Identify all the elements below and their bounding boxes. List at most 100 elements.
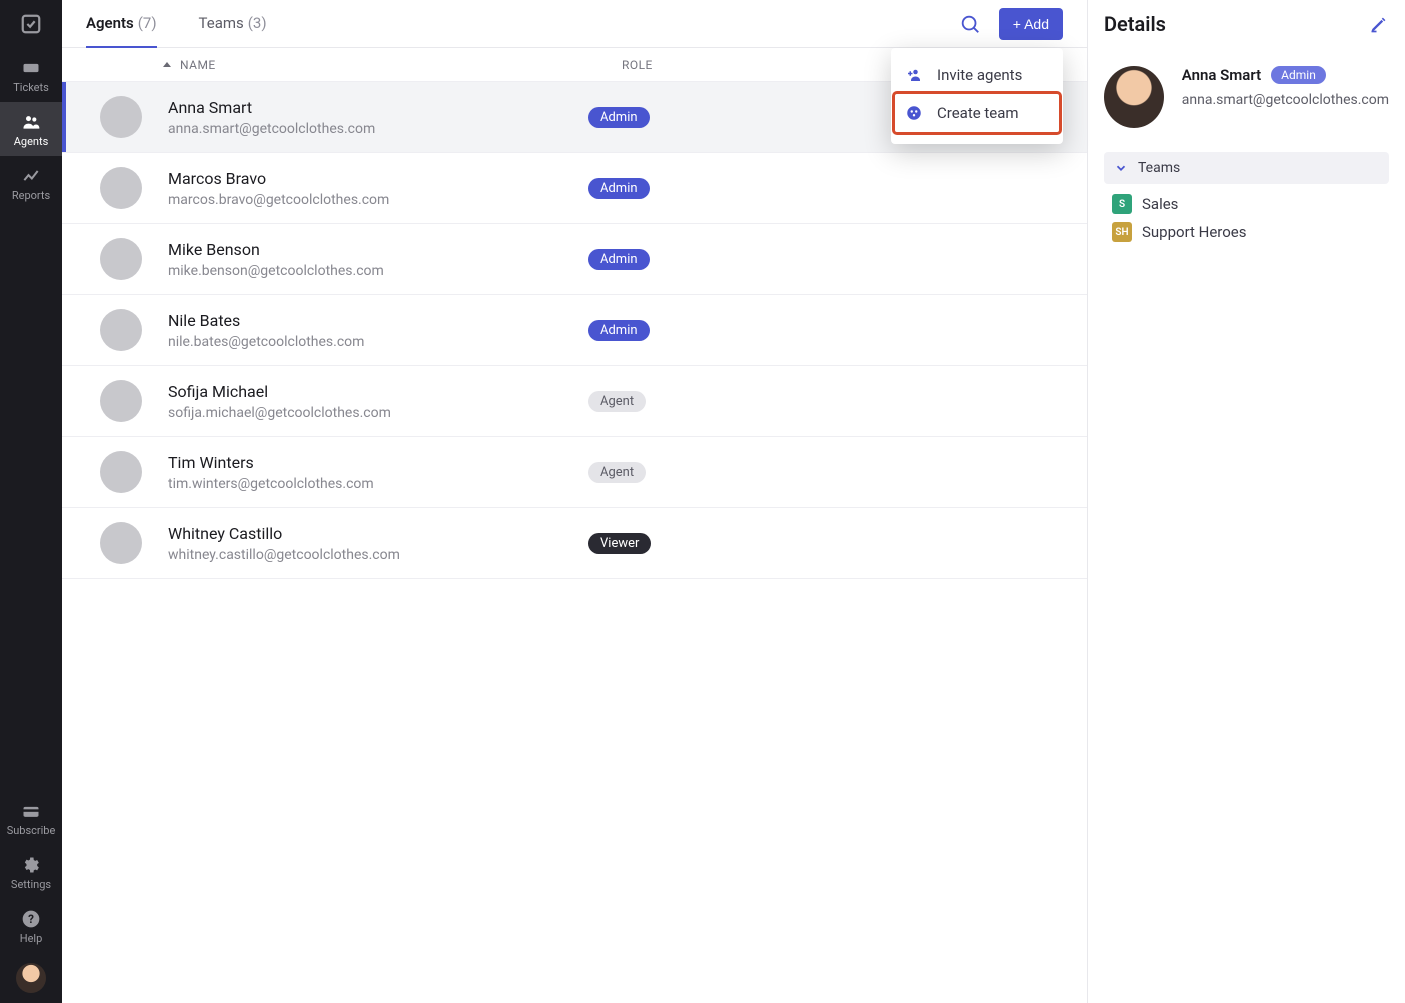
- invite-agents-icon: [905, 66, 923, 84]
- agent-email: anna.smart@getcoolclothes.com: [168, 121, 588, 137]
- tab-teams-label: Teams: [199, 14, 244, 32]
- sort-asc-icon: [162, 60, 172, 70]
- agent-name: Nile Bates: [168, 311, 588, 330]
- add-button[interactable]: + Add: [999, 8, 1063, 40]
- agent-name: Marcos Bravo: [168, 169, 588, 188]
- team-chip: S: [1112, 194, 1132, 214]
- teams-list: S Sales SH Support Heroes: [1104, 184, 1389, 242]
- left-nav-rail: Tickets Agents Reports Subscribe Setting…: [0, 0, 62, 1003]
- agent-info: Mike Benson mike.benson@getcoolclothes.co…: [168, 240, 588, 279]
- nav-label-reports: Reports: [12, 189, 50, 202]
- role-badge: Viewer: [588, 533, 651, 554]
- agent-role-cell: Admin: [588, 248, 1063, 270]
- team-item[interactable]: S Sales: [1112, 194, 1389, 214]
- agent-avatar: [100, 451, 142, 493]
- agent-name: Mike Benson: [168, 240, 588, 259]
- add-button-label: + Add: [1013, 16, 1049, 32]
- agent-row[interactable]: Sofija Michaelsofija.michael@getcoolclot…: [62, 366, 1087, 437]
- agent-role-cell: Admin: [588, 319, 1063, 341]
- agent-avatar: [100, 309, 142, 351]
- details-person-name: Anna Smart: [1182, 66, 1261, 84]
- teams-section-label: Teams: [1138, 160, 1180, 176]
- nav-label-help: Help: [20, 932, 43, 945]
- tab-teams-count: (3): [248, 14, 267, 32]
- agent-info: Whitney Castillo whitney.castillo@getcool…: [168, 524, 588, 563]
- agent-email: nile.bates@getcoolclothes.com: [168, 334, 588, 350]
- tab-agents-label: Agents: [86, 14, 134, 32]
- agent-avatar: [100, 167, 142, 209]
- details-avatar: [1104, 66, 1164, 128]
- agent-row[interactable]: Nile Bates nile.bates@getcoolclothes.comA…: [62, 295, 1087, 366]
- role-badge: Admin: [588, 107, 650, 128]
- role-badge: Admin: [588, 249, 650, 270]
- agents-list: Anna Smartanna.smart@getcoolclothes.comA…: [62, 82, 1087, 1003]
- nav-label-agents: Agents: [14, 135, 49, 148]
- details-person: Anna Smart Admin anna.smart@getcoolcloth…: [1104, 66, 1389, 128]
- tab-teams[interactable]: Teams (3): [199, 0, 267, 48]
- agent-avatar: [100, 380, 142, 422]
- agent-email: marcos.bravo@getcoolclothes.com: [168, 192, 588, 208]
- role-badge: Admin: [588, 178, 650, 199]
- agent-row[interactable]: Mike Benson mike.benson@getcoolclothes.co…: [62, 224, 1087, 295]
- agent-info: Marcos Bravo marcos.bravo@getcoolclothes.…: [168, 169, 588, 208]
- agent-info: Anna Smart anna.smart@getcoolclothes.com: [168, 98, 588, 137]
- details-panel: Details Anna Smart Admin anna.smart@getc…: [1087, 0, 1405, 1003]
- agent-role-cell: Agent: [588, 390, 1063, 412]
- agent-role-cell: Viewer: [588, 532, 1063, 554]
- nav-label-tickets: Tickets: [13, 81, 49, 94]
- agent-role-cell: Agent: [588, 461, 1063, 483]
- teams-section-header[interactable]: Teams: [1104, 152, 1389, 184]
- agent-avatar: [100, 96, 142, 138]
- dropdown-invite-agents[interactable]: Invite agents: [891, 58, 1063, 92]
- details-role-badge: Admin: [1271, 66, 1326, 84]
- agent-name: Anna Smart: [168, 98, 588, 117]
- column-header-name[interactable]: NAME: [162, 58, 622, 72]
- nav-item-subscribe[interactable]: Subscribe: [0, 791, 62, 845]
- agent-email: sofija.michael@getcoolclothes.com: [168, 405, 588, 421]
- nav-item-reports[interactable]: Reports: [0, 156, 62, 210]
- role-badge: Agent: [588, 462, 646, 483]
- nav-item-tickets[interactable]: Tickets: [0, 48, 62, 102]
- dropdown-create-team-label: Create team: [937, 104, 1019, 122]
- role-badge: Agent: [588, 391, 646, 412]
- column-header-role-label: ROLE: [622, 58, 653, 72]
- nav-item-help[interactable]: ? Help: [0, 899, 62, 953]
- agent-info: Tim Winterstim.winters@getcoolclothes.co…: [168, 453, 588, 492]
- dropdown-create-team[interactable]: Create team: [895, 94, 1059, 132]
- tab-agents-count: (7): [138, 14, 157, 32]
- current-user-avatar[interactable]: [16, 963, 46, 993]
- edit-icon[interactable]: [1369, 14, 1389, 34]
- agent-info: Nile Bates nile.bates@getcoolclothes.com: [168, 311, 588, 350]
- chevron-down-icon: [1114, 161, 1128, 175]
- agent-row[interactable]: Marcos Bravo marcos.bravo@getcoolclothes.…: [62, 153, 1087, 224]
- agent-row[interactable]: Whitney Castillo whitney.castillo@getcool…: [62, 508, 1087, 579]
- details-header: Details: [1088, 0, 1405, 48]
- agent-avatar: [100, 522, 142, 564]
- team-label: Support Heroes: [1142, 223, 1247, 241]
- agent-email: mike.benson@getcoolclothes.com: [168, 263, 588, 279]
- nav-label-settings: Settings: [11, 878, 51, 891]
- agent-info: Sofija Michaelsofija.michael@getcoolclot…: [168, 382, 588, 421]
- column-header-name-label: NAME: [180, 58, 216, 72]
- agent-name: Whitney Castillo: [168, 524, 588, 543]
- tab-agents[interactable]: Agents (7): [86, 0, 157, 48]
- agent-email: whitney.castillo@getcoolclothes.com: [168, 547, 588, 563]
- agent-avatar: [100, 238, 142, 280]
- agent-email: tim.winters@getcoolclothes.com: [168, 476, 588, 492]
- details-title: Details: [1104, 12, 1166, 36]
- team-item[interactable]: SH Support Heroes: [1112, 222, 1389, 242]
- dropdown-invite-label: Invite agents: [937, 66, 1022, 84]
- nav-item-settings[interactable]: Settings: [0, 845, 62, 899]
- details-person-email: anna.smart@getcoolclothes.com: [1182, 92, 1389, 108]
- team-chip: SH: [1112, 222, 1132, 242]
- nav-label-subscribe: Subscribe: [7, 824, 56, 837]
- search-icon[interactable]: [959, 13, 981, 35]
- create-team-icon: [905, 104, 923, 122]
- role-badge: Admin: [588, 320, 650, 341]
- agent-row[interactable]: Tim Winterstim.winters@getcoolclothes.co…: [62, 437, 1087, 508]
- tab-bar: Agents (7) Teams (3) + Add Invite agents: [62, 0, 1087, 48]
- svg-text:?: ?: [28, 912, 34, 926]
- team-label: Sales: [1142, 195, 1178, 213]
- main-panel: Agents (7) Teams (3) + Add Invite agents: [62, 0, 1087, 1003]
- nav-item-agents[interactable]: Agents: [0, 102, 62, 156]
